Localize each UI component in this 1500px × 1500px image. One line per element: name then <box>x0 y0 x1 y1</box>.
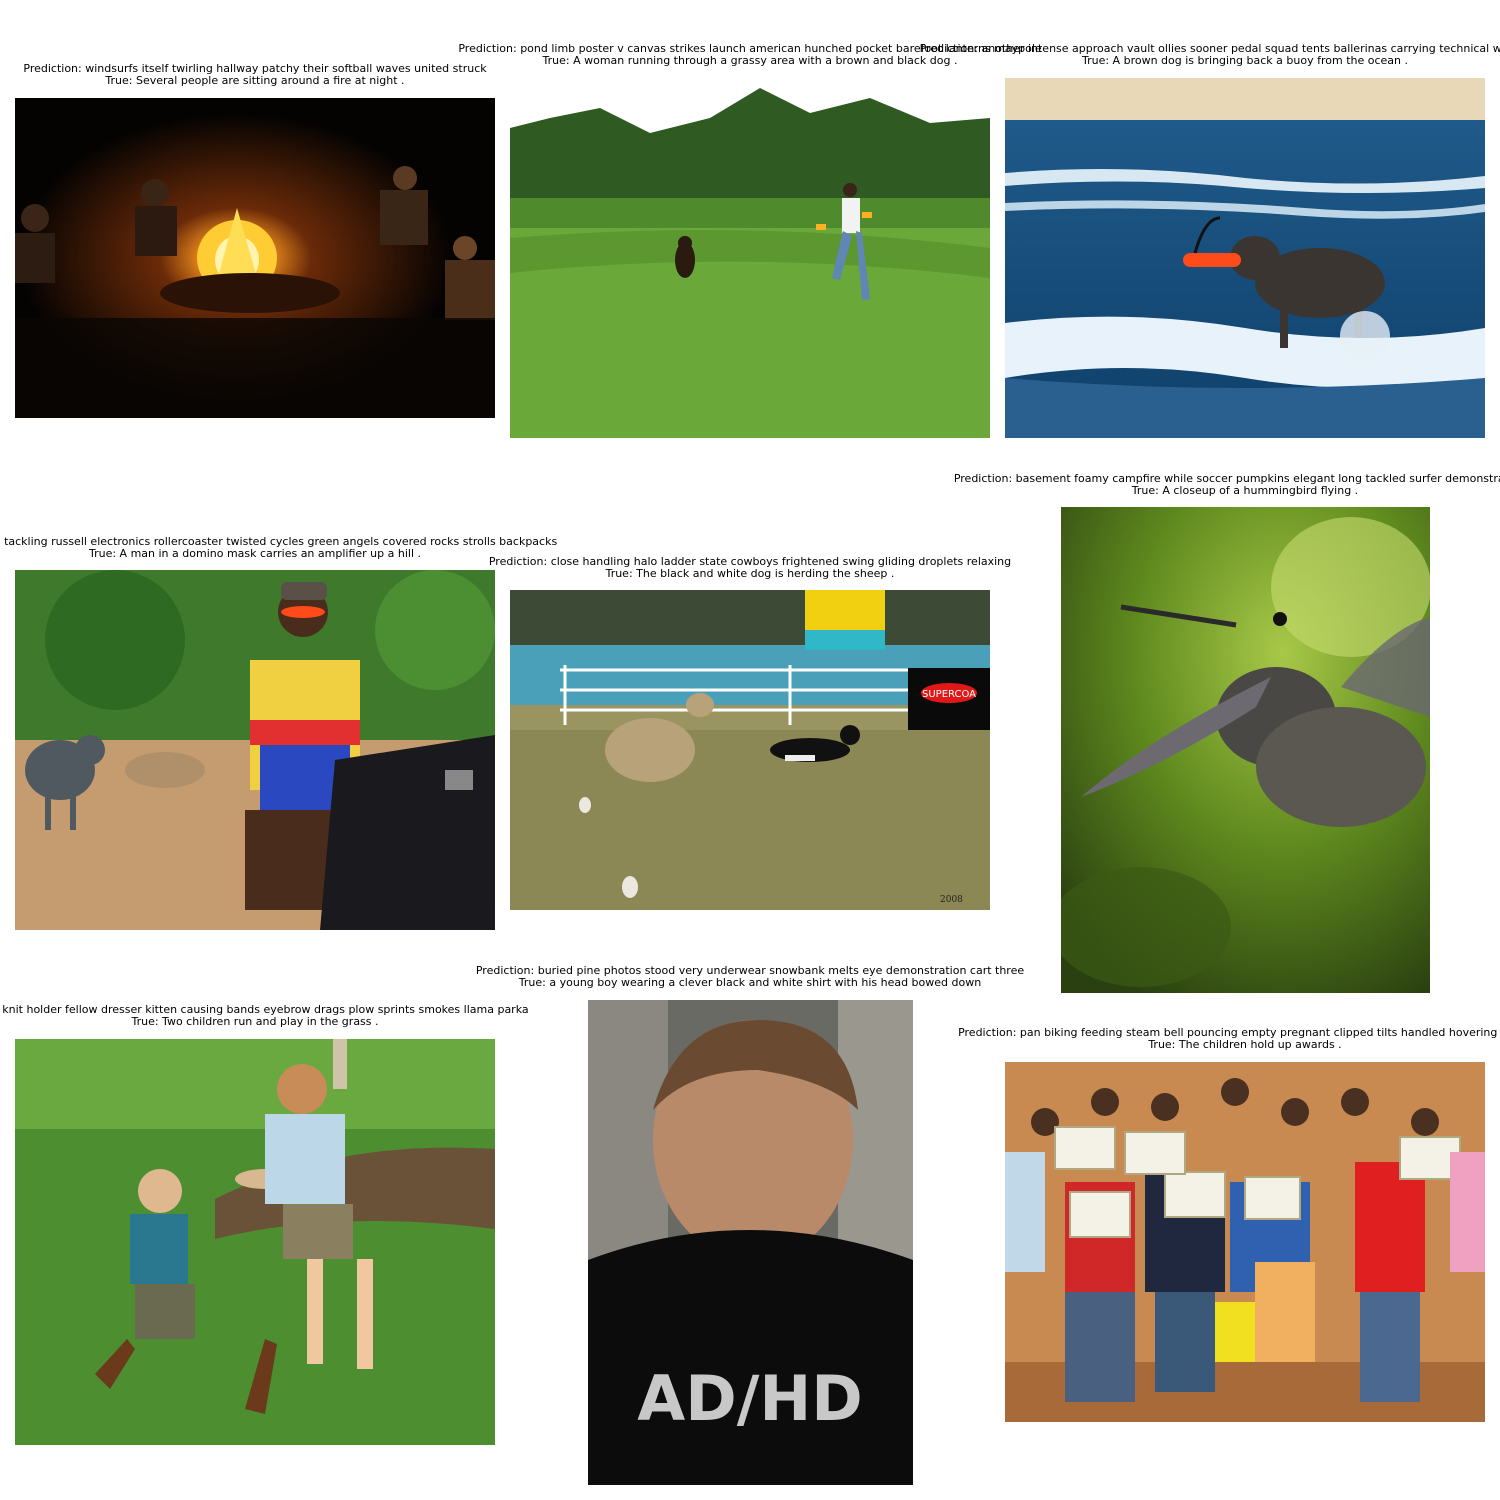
boy-head-bowed-photo: AD/HD <box>588 1000 913 1485</box>
svg-text:SUPERCOA: SUPERCOA <box>922 689 976 700</box>
dog-sheep-photo: SUPERCOA 2008 <box>510 590 990 910</box>
true-text: True: A closeup of a hummingbird flying … <box>1131 484 1359 497</box>
caption-5: Prediction: close handling halo ladder s… <box>489 556 1011 580</box>
caption-9: Prediction: pan biking feeding steam bel… <box>958 1027 1500 1051</box>
hummingbird-photo <box>1061 507 1430 993</box>
dog-ocean-photo <box>1005 78 1485 438</box>
true-text: True: A man in a domino mask carries an … <box>88 547 421 560</box>
signature: 2008 <box>940 895 963 905</box>
caption-6: Prediction: basement foamy campfire whil… <box>954 473 1500 497</box>
caption-7: on: knit holder fellow dresser kitten ca… <box>0 1004 529 1028</box>
true-text: True: The children hold up awards . <box>1148 1038 1342 1051</box>
children-running-photo <box>15 1039 495 1445</box>
campfire-photo <box>15 98 495 418</box>
true-text: True: The black and white dog is herding… <box>605 567 895 580</box>
caption-8: Prediction: buried pine photos stood ver… <box>476 965 1024 989</box>
caption-3: Prediction: another intense approach vau… <box>920 43 1500 67</box>
shirt-text: AD/HD <box>637 1362 862 1435</box>
true-text: True: Several people are sitting around … <box>105 74 405 87</box>
true-text: True: Two children run and play in the g… <box>131 1015 379 1028</box>
true-text: True: A brown dog is bringing back a buo… <box>1081 54 1409 67</box>
woman-dog-field-photo <box>510 78 990 438</box>
man-amplifier-photo <box>15 570 495 930</box>
true-text: True: a young boy wearing a clever black… <box>518 976 982 989</box>
caption-1: Prediction: windsurfs itself twirling ha… <box>23 63 486 87</box>
children-awards-photo <box>1005 1062 1485 1422</box>
caption-4: agpipers tackling russell electronics ro… <box>0 536 557 560</box>
